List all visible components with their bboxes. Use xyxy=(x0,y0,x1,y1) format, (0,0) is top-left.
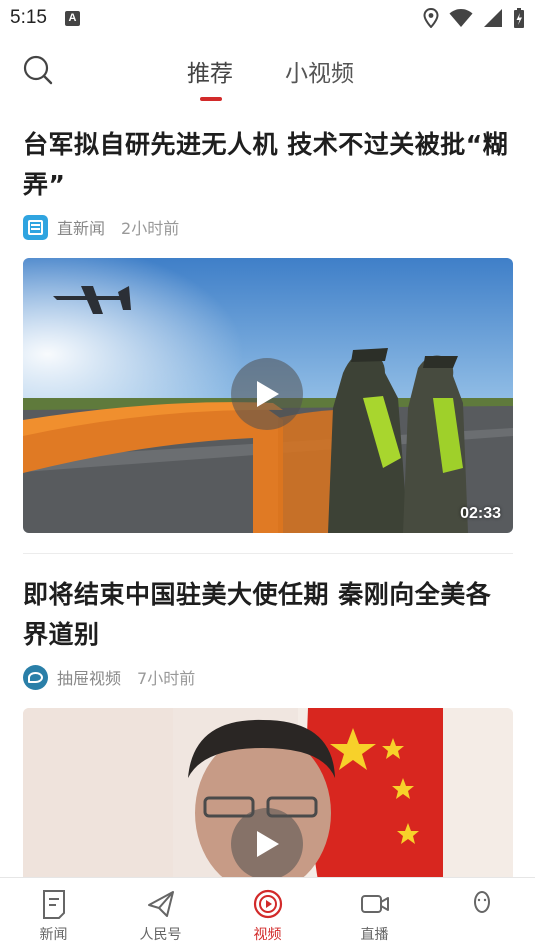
source-logo-icon xyxy=(23,214,48,240)
paper-plane-icon xyxy=(147,891,174,917)
feed-divider xyxy=(23,553,513,554)
nav-item-live[interactable]: 直播 xyxy=(321,878,428,952)
source-logo-icon xyxy=(23,664,48,690)
article-title[interactable]: 台军拟自研先进无人机 技术不过关被批“糊弄” xyxy=(23,125,513,205)
wifi-icon xyxy=(449,9,473,27)
play-button[interactable] xyxy=(231,808,303,880)
nav-item-video[interactable]: 视频 xyxy=(214,878,321,952)
profile-icon xyxy=(473,891,490,913)
article-source[interactable]: 抽屉视频 xyxy=(57,665,121,689)
nav-label: 新闻 xyxy=(39,927,68,943)
play-icon xyxy=(257,831,279,857)
active-tab-indicator xyxy=(200,97,222,101)
signal-icon xyxy=(484,9,502,27)
video-play-icon xyxy=(253,889,282,919)
article-meta: 抽屉视频 7小时前 xyxy=(23,663,513,691)
article-time: 7小时前 xyxy=(137,669,196,688)
top-header: 推荐 小视频 xyxy=(0,40,535,110)
play-icon xyxy=(257,381,279,407)
nav-label: 视频 xyxy=(253,927,282,943)
battery-icon xyxy=(514,8,524,28)
play-button[interactable] xyxy=(231,358,303,430)
nav-label: 直播 xyxy=(360,927,389,943)
search-icon[interactable] xyxy=(22,54,54,86)
location-icon xyxy=(423,8,439,28)
tab-recommended[interactable]: 推荐 xyxy=(187,54,233,88)
notification-a-icon: A xyxy=(64,10,80,26)
status-time: 5:15 xyxy=(10,7,47,28)
nav-item-profile[interactable] xyxy=(428,878,535,952)
status-icons xyxy=(423,7,525,29)
article-time: 2小时前 xyxy=(121,219,180,238)
nav-item-peoples-account[interactable]: 人民号 xyxy=(107,878,214,952)
tab-short-video[interactable]: 小视频 xyxy=(285,54,354,88)
news-icon xyxy=(42,890,65,919)
news-card[interactable]: 即将结束中国驻美大使任期 秦刚向全美各界道别 抽屉视频 7小时前 xyxy=(23,575,513,908)
article-meta: 直新闻 2小时前 xyxy=(23,213,513,241)
article-source[interactable]: 直新闻 xyxy=(57,215,105,239)
status-bar: 5:15 A xyxy=(0,0,535,36)
nav-item-news[interactable]: 新闻 xyxy=(0,878,107,952)
camera-icon xyxy=(360,895,389,913)
article-title[interactable]: 即将结束中国驻美大使任期 秦刚向全美各界道别 xyxy=(23,575,513,655)
video-duration: 02:33 xyxy=(460,505,501,522)
news-card[interactable]: 台军拟自研先进无人机 技术不过关被批“糊弄” 直新闻 2小时前 02:33 xyxy=(23,125,513,533)
video-thumbnail[interactable]: 02:33 xyxy=(23,258,513,533)
nav-label: 人民号 xyxy=(139,927,182,943)
bottom-navigation: 新闻 人民号 视频 直播 xyxy=(0,877,535,952)
